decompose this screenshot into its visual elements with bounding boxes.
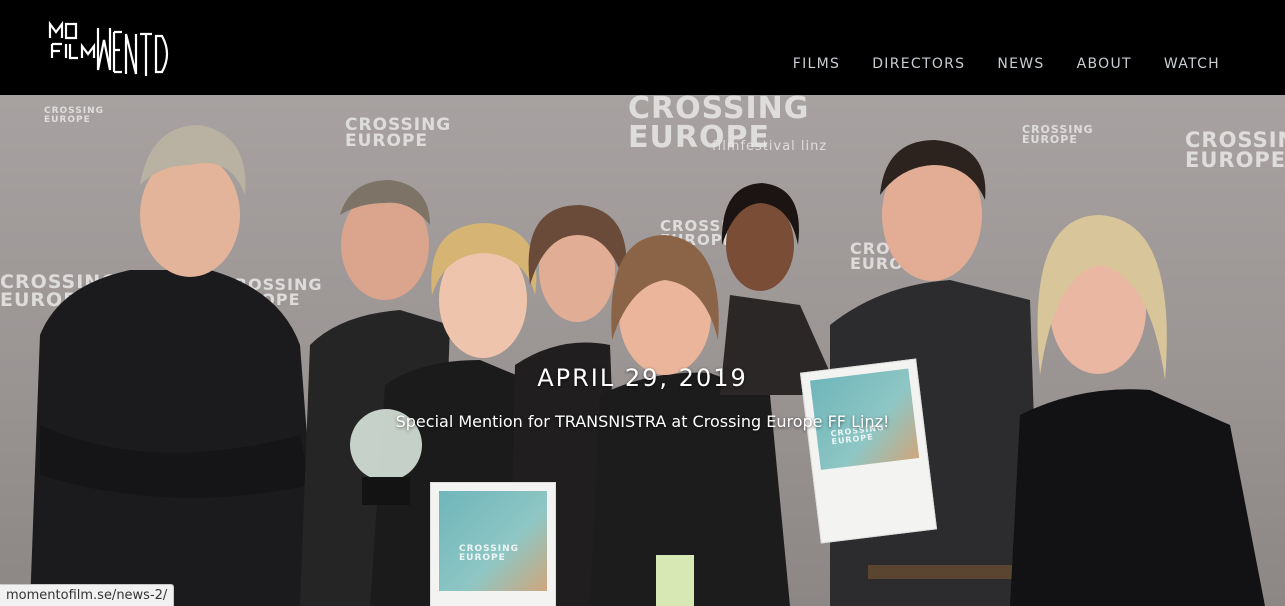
site-header: FILMS DIRECTORS NEWS ABOUT WATCH	[0, 0, 1285, 95]
group-photo	[30, 125, 1265, 606]
nav-news[interactable]: NEWS	[997, 56, 1044, 72]
post-date: APRIL 29, 2019	[537, 364, 748, 392]
nav-watch[interactable]: WATCH	[1164, 56, 1220, 72]
nav-directors[interactable]: DIRECTORS	[872, 56, 965, 72]
hero-banner[interactable]: CROSSING EUROPE filmfestival linz CROSSI…	[0, 95, 1285, 606]
post-title[interactable]: Special Mention for TRANSNISTRA at Cross…	[0, 412, 1285, 431]
film-poster: CROSSING EUROPE	[430, 482, 556, 606]
momento-film-logo[interactable]	[48, 20, 184, 80]
main-nav: FILMS DIRECTORS NEWS ABOUT WATCH	[793, 56, 1220, 72]
status-bar-url: momentofilm.se/news-2/	[0, 584, 175, 606]
nav-films[interactable]: FILMS	[793, 56, 840, 72]
nav-about[interactable]: ABOUT	[1077, 56, 1132, 72]
poster-logo: CROSSING EUROPE	[459, 544, 520, 563]
